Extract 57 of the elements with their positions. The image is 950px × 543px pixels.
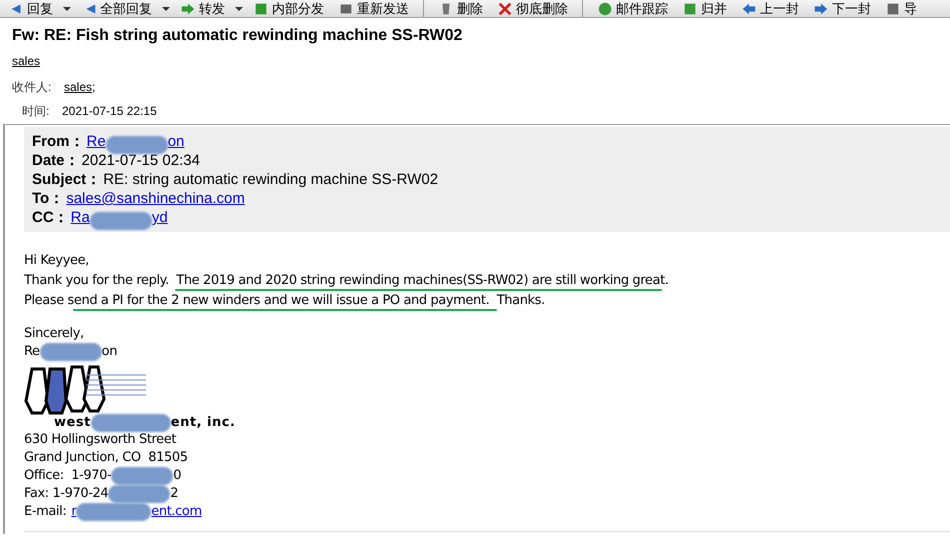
arrow-icon <box>180 1 196 17</box>
recipient-link[interactable]: sales <box>64 78 92 96</box>
signature-text: 2 <box>170 485 178 503</box>
signature-text: Sincerely, <box>24 325 85 343</box>
field-label: CC： <box>32 208 70 227</box>
time-label: 时间: <box>22 103 50 120</box>
toolbar-button[interactable]: 导 <box>881 1 921 17</box>
cross-icon <box>497 1 513 17</box>
field-link[interactable]: on <box>168 132 184 151</box>
toolbar-button[interactable]: 下一封 <box>809 1 875 17</box>
toolbar-button[interactable]: 内部分发 <box>249 1 328 17</box>
toolbar-button[interactable]: 回复 <box>4 1 57 17</box>
signature-text: 0 <box>173 467 182 485</box>
arrow-icon <box>741 1 757 17</box>
field-link[interactable]: yd <box>152 208 168 227</box>
body-text: Hi Keyyee, <box>24 252 89 269</box>
signature-text: Fax: 1-970-24 <box>24 485 108 503</box>
company-name: west <box>54 414 91 432</box>
recipient-label: 收件人: <box>12 79 52 96</box>
toolbar-button[interactable]: 邮件跟踪 <box>593 1 672 17</box>
redaction-blur <box>40 343 102 361</box>
time-value: 2021-07-15 22:15 <box>62 103 157 120</box>
signature-text: Grand Junction, CO 81505 <box>24 449 188 467</box>
email-label: E-mail: <box>24 503 68 521</box>
toolbar-button[interactable]: 彻底删除 <box>493 1 572 17</box>
field-link[interactable]: Ra <box>70 208 90 227</box>
square-icon <box>682 1 698 17</box>
square-icon <box>885 1 901 17</box>
field-value: 2021-07-15 02:34 <box>82 151 200 170</box>
field-label: To： <box>32 189 66 208</box>
field-link[interactable]: Re <box>86 132 106 151</box>
recipient-separator: ; <box>92 79 96 96</box>
toolbar-button[interactable]: 转发 <box>176 1 229 17</box>
toolbar-button[interactable]: 删除 <box>434 1 487 17</box>
signature-name: Re <box>24 343 40 361</box>
arrow-icon <box>813 1 829 17</box>
email-link[interactable]: ent.com <box>151 503 202 521</box>
body-text: Please send a PI for the 2 new winders and we will issue a PO and payment. Thanks. <box>24 292 545 309</box>
body-text: Thank you for the reply. The 2019 and 2020 string rewinding machines(SS-RW02) are still working great. <box>24 272 669 289</box>
email-link[interactable]: r <box>71 503 76 521</box>
field-link[interactable]: sales@sanshinechina.com <box>66 189 245 208</box>
email-subject: Fw: RE: Fish string automatic rewinding machine SS-RW02 <box>12 26 464 46</box>
signature-name: on <box>102 343 118 361</box>
signature-text: Office: 1-970- <box>24 467 112 485</box>
toolbar-button[interactable]: 上一封 <box>737 1 803 17</box>
signature-text: 630 Hollingsworth Street <box>24 431 176 449</box>
circle-icon <box>597 1 613 17</box>
field-value: RE: string automatic rewinding machine SS-RW02 <box>103 170 438 189</box>
sender-link[interactable]: sales <box>12 54 40 68</box>
toolbar-button[interactable]: 重新发送 <box>334 1 413 17</box>
company-name: ent, inc. <box>170 414 236 432</box>
field-label: From： <box>32 132 86 151</box>
square-icon <box>253 1 269 17</box>
toolbar-button[interactable]: 全部回复 <box>77 1 156 17</box>
toolbar-button[interactable]: 归并 <box>678 1 731 17</box>
field-label: Date： <box>32 151 81 170</box>
field-label: Subject： <box>32 170 102 189</box>
